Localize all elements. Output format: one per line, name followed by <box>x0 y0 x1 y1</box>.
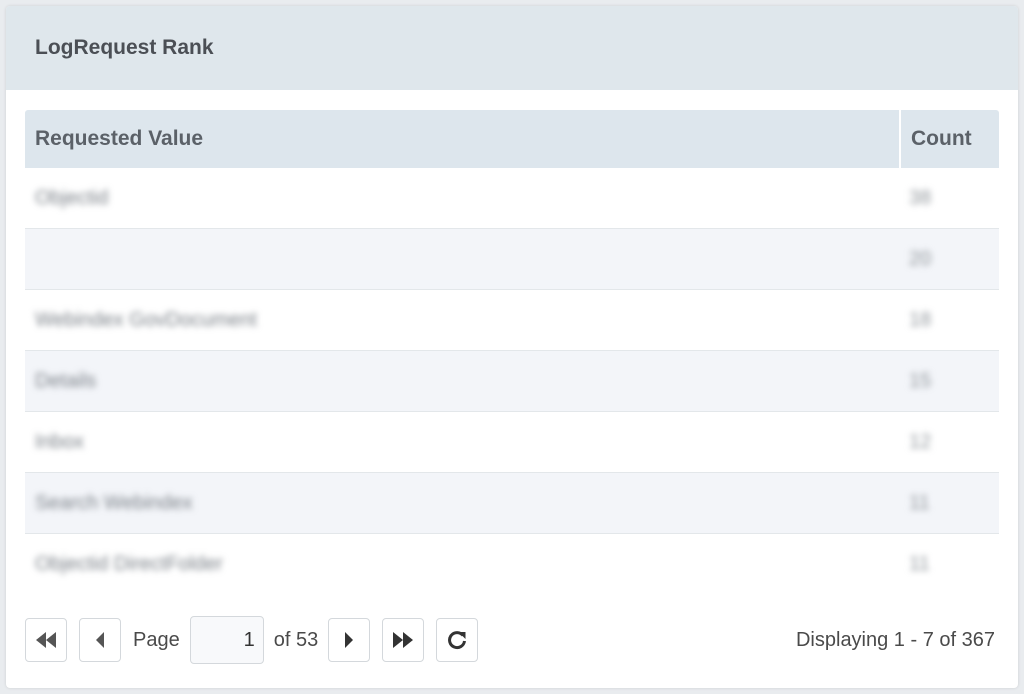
prev-page-button[interactable] <box>79 618 121 662</box>
logrequest-rank-panel: LogRequest Rank Requested Value Count Ob… <box>6 6 1018 688</box>
table-row[interactable]: Search Webindex 11 <box>25 473 999 534</box>
table-row[interactable]: Inbox 12 <box>25 412 999 473</box>
requested-value-cell: Details <box>35 369 97 392</box>
grid-header: Requested Value Count <box>25 110 999 168</box>
requested-value-cell: Inbox <box>35 430 84 453</box>
refresh-button[interactable] <box>436 618 479 662</box>
panel-title: LogRequest Rank <box>35 36 214 59</box>
next-page-icon <box>342 630 356 650</box>
requested-value-cell: Objectid DirectFolder <box>35 553 223 575</box>
requested-value-cell: Webindex GovDocument <box>35 308 257 331</box>
first-page-button[interactable] <box>25 618 67 662</box>
panel-header: LogRequest Rank <box>6 6 1018 90</box>
table-row[interactable]: Details 15 <box>25 351 999 412</box>
requested-value-cell: Objectid <box>35 186 109 209</box>
count-cell: 15 <box>909 369 932 392</box>
first-page-icon <box>34 630 58 650</box>
requested-value-cell: Search Webindex <box>35 491 193 514</box>
count-cell: 20 <box>909 247 932 270</box>
last-page-icon <box>391 630 415 650</box>
count-cell: 11 <box>909 553 930 575</box>
column-header-requested-value[interactable]: Requested Value <box>25 110 899 168</box>
column-header-count[interactable]: Count <box>899 110 999 168</box>
refresh-icon <box>446 629 468 651</box>
page-label: Page <box>133 628 180 651</box>
grid-body: Objectid 38 20 Webindex GovDocument 18 D… <box>25 168 999 595</box>
next-page-button[interactable] <box>328 618 371 662</box>
page-number-input[interactable] <box>189 616 264 664</box>
table-row[interactable]: Webindex GovDocument 18 <box>25 290 999 351</box>
page-count-label: of 53 <box>273 628 319 651</box>
display-info: Displaying 1 - 7 of 367 <box>795 628 995 651</box>
count-cell: 11 <box>909 491 930 514</box>
table-row[interactable]: Objectid 38 <box>25 168 999 229</box>
last-page-button[interactable] <box>382 618 425 662</box>
count-cell: 38 <box>909 186 932 209</box>
count-cell: 18 <box>909 308 932 331</box>
prev-page-icon <box>93 630 107 650</box>
table-row[interactable]: 20 <box>25 229 999 290</box>
count-cell: 12 <box>909 430 932 453</box>
paging-toolbar: Page of 53 Displaying 1 - 7 of 367 <box>25 616 999 664</box>
rank-grid: Requested Value Count Objectid 38 20 Web… <box>25 110 999 595</box>
table-row[interactable]: Objectid DirectFolder 11 <box>25 534 999 595</box>
